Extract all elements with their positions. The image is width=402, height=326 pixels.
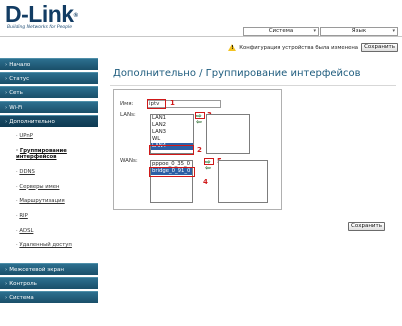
nav-item-system[interactable]: Система [0, 291, 98, 304]
sub-item-adsl[interactable]: · ADSL [16, 228, 98, 235]
language-select[interactable]: Язык ▾ [320, 27, 398, 36]
nav-item-network[interactable]: Сеть [0, 86, 98, 99]
nav-item-status[interactable]: Статус [0, 72, 98, 85]
dlink-logo: D-Link® Building Networks for People [5, 1, 78, 31]
sub-item-ddns[interactable]: · DDNS [16, 169, 98, 176]
nav-item-advanced[interactable]: Дополнительно [0, 114, 98, 127]
list-item[interactable]: LAN3 [151, 129, 193, 136]
chevron-down-icon: ▾ [313, 28, 316, 34]
sidebar: Начало Статус Сеть Wi-Fi Дополнительно ·… [0, 58, 98, 306]
list-item[interactable]: WL [151, 136, 193, 143]
nav-item-home[interactable]: Начало [0, 58, 98, 70]
sub-item-routing[interactable]: · Маршрутизация [16, 198, 98, 205]
notice-text: Конфигурация устройства была изменена [239, 44, 359, 51]
annotation-highlight-name [147, 99, 166, 109]
header-divider [0, 36, 402, 37]
name-label: Имя: [120, 101, 134, 107]
annotation-number-1: 1 [170, 99, 175, 107]
nav-item-wifi[interactable]: Wi-Fi [0, 100, 98, 113]
annotation-highlight-bridge [149, 167, 195, 177]
wan-grouped-list[interactable] [218, 160, 268, 203]
sub-item-upnp[interactable]: · UPnP [16, 133, 98, 140]
header-save-button[interactable]: Сохранить [361, 43, 398, 52]
save-button[interactable]: Сохранить [348, 222, 385, 231]
lan-grouped-list[interactable] [206, 114, 250, 154]
config-changed-notice: ! Конфигурация устройства была изменена … [228, 43, 398, 52]
sub-item-interface-grouping[interactable]: · Группирование интерфейсов [16, 148, 98, 161]
nav-item-control[interactable]: Контроль [0, 277, 98, 290]
warning-icon: ! [228, 44, 237, 51]
annotation-number-2: 2 [197, 146, 202, 154]
title-divider [110, 85, 396, 86]
annotation-highlight-wan-arrow [204, 158, 214, 165]
sub-item-dns-servers[interactable]: · Серверы имен [16, 184, 98, 191]
sub-item-rip[interactable]: · RIP [16, 213, 98, 220]
list-item[interactable]: LAN1 [151, 115, 193, 122]
system-menu-select[interactable]: Система ▾ [243, 27, 319, 36]
list-item[interactable]: LAN2 [151, 122, 193, 129]
chevron-down-icon: ▾ [392, 28, 395, 34]
logo-tagline: Building Networks for People [7, 25, 72, 30]
move-left-arrow-icon[interactable]: ⇦ [196, 119, 202, 126]
advanced-submenu: · UPnP · Группирование интерфейсов · DDN… [0, 128, 98, 260]
annotation-highlight-lan4 [149, 145, 194, 155]
move-left-arrow-icon[interactable]: ⇦ [205, 165, 211, 172]
annotation-highlight-lan-arrow [195, 112, 205, 119]
annotation-number-4: 4 [203, 178, 208, 186]
wans-label: WANs: [120, 158, 138, 164]
page-title: Дополнительно / Группирование интерфейсо… [113, 68, 361, 79]
lans-label: LANs: [120, 112, 136, 118]
sub-item-remote-access[interactable]: · Удаленный доступ [16, 242, 98, 249]
nav-item-firewall[interactable]: Межсетевой экран [0, 262, 98, 275]
